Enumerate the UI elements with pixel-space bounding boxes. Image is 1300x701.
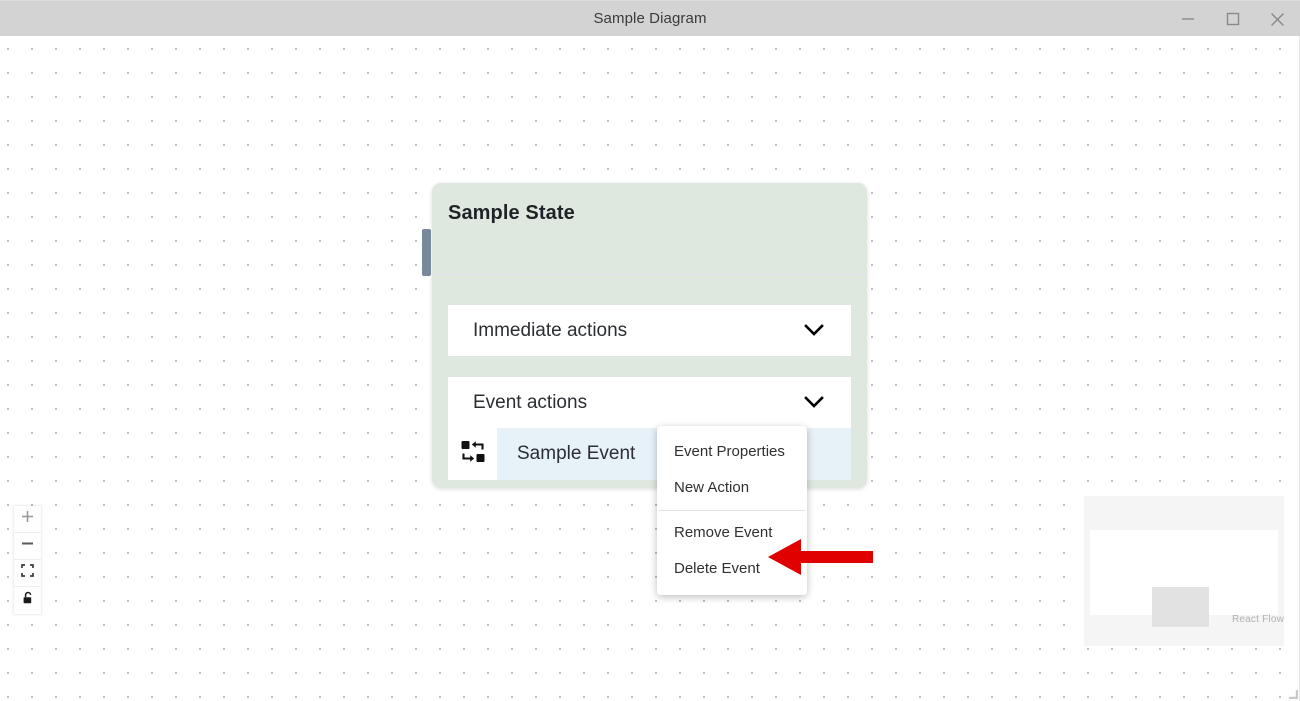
- title-bar: Sample Diagram: [0, 0, 1300, 36]
- chevron-down-icon[interactable]: [799, 391, 829, 418]
- close-icon: [1270, 12, 1285, 27]
- flow-canvas[interactable]: Sample State Immediate actions Event act…: [0, 36, 1300, 701]
- minimap-node: [1152, 587, 1209, 627]
- context-menu[interactable]: Event Properties New Action Remove Event…: [657, 426, 807, 595]
- toggle-interactivity-button[interactable]: [14, 587, 41, 614]
- minimize-button[interactable]: [1165, 1, 1210, 37]
- fit-view-icon: [21, 564, 34, 582]
- window-title: Sample Diagram: [593, 10, 707, 27]
- menu-divider: [659, 510, 805, 511]
- minus-icon: [21, 537, 34, 555]
- node-target-handle[interactable]: [422, 229, 431, 276]
- fit-view-button[interactable]: [14, 560, 41, 587]
- event-label: Sample Event: [517, 443, 636, 464]
- event-icon-container: [448, 428, 497, 480]
- accordion-immediate-actions[interactable]: Immediate actions: [448, 305, 851, 356]
- accordion-event-actions-label: Event actions: [473, 392, 588, 413]
- resize-grip[interactable]: [1284, 685, 1299, 700]
- zoom-in-button[interactable]: [14, 506, 41, 533]
- unlock-icon: [21, 591, 35, 610]
- accordion-immediate-actions-label: Immediate actions: [473, 320, 628, 341]
- menu-item-event-properties[interactable]: Event Properties: [657, 434, 807, 470]
- application-window: Sample Diagram Sample State Immediate ac…: [0, 0, 1300, 701]
- maximize-button[interactable]: [1210, 1, 1255, 37]
- menu-item-remove-event[interactable]: Remove Event: [657, 515, 807, 551]
- react-flow-attribution[interactable]: React Flow: [1210, 614, 1284, 625]
- close-button[interactable]: [1255, 1, 1300, 37]
- zoom-out-button[interactable]: [14, 533, 41, 560]
- node-header-divider: [432, 274, 867, 275]
- minimap-viewport[interactable]: [1090, 530, 1278, 627]
- menu-item-delete-event[interactable]: Delete Event: [657, 551, 807, 587]
- maximize-icon: [1226, 12, 1240, 26]
- minimize-icon: [1181, 12, 1195, 26]
- plus-icon: [21, 510, 34, 528]
- node-title: Sample State: [448, 202, 575, 224]
- flow-controls[interactable]: [14, 506, 41, 614]
- chevron-down-icon[interactable]: [799, 319, 829, 346]
- accordion-event-actions[interactable]: Event actions: [448, 377, 851, 428]
- event-swap-icon: [460, 439, 486, 470]
- menu-item-new-action[interactable]: New Action: [657, 470, 807, 506]
